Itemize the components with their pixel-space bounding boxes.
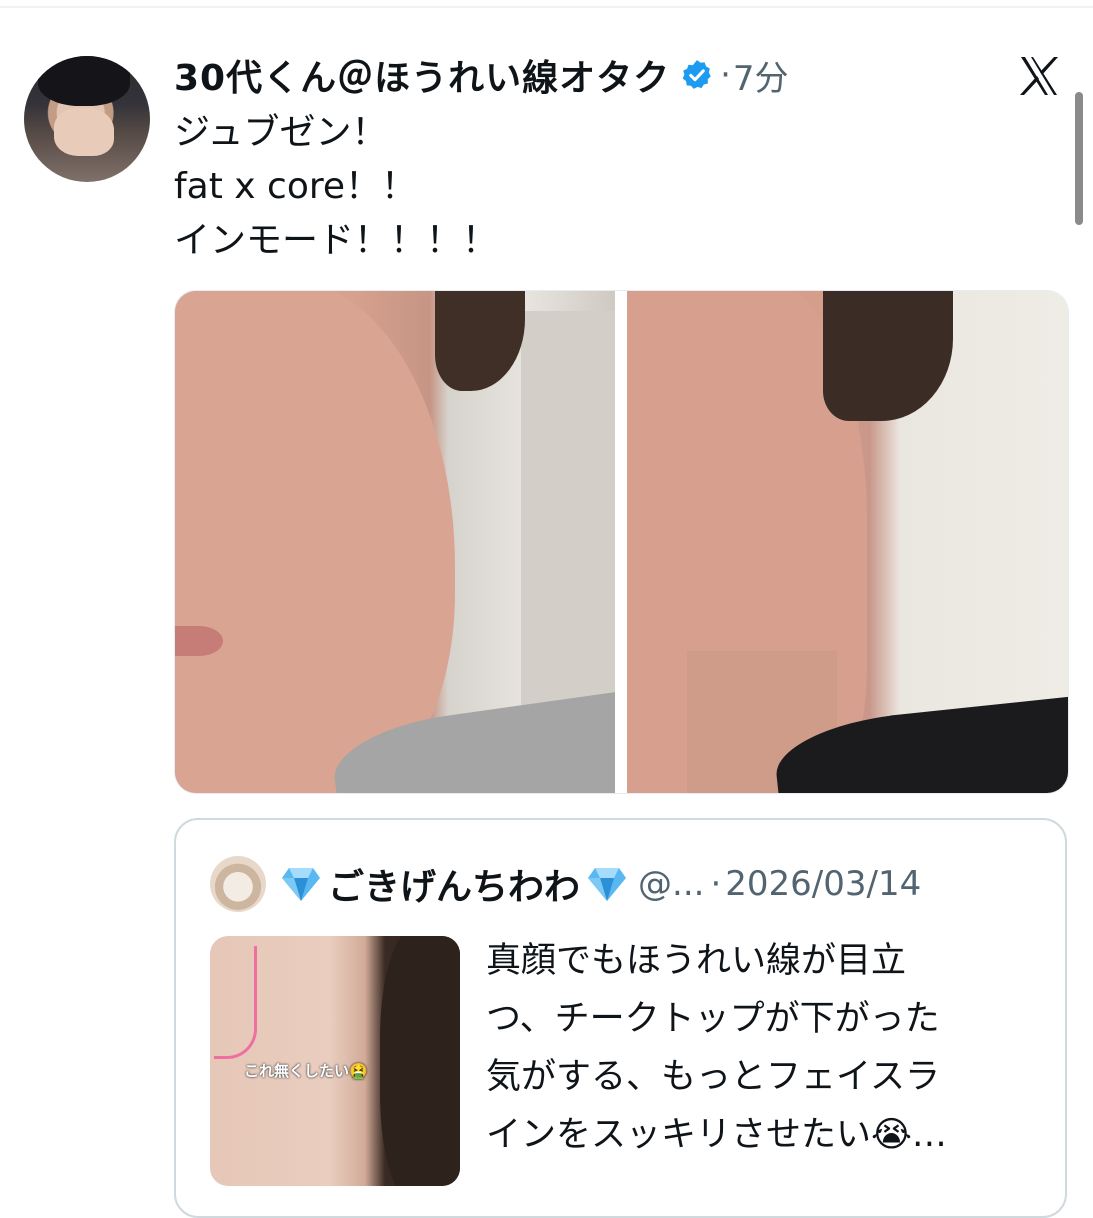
author-display-name[interactable]: 30代くん＠ほうれい線オタク xyxy=(174,49,670,101)
media-photo-before[interactable] xyxy=(175,291,615,793)
photo-background-door xyxy=(521,311,615,711)
tweet-line-2: fat x core！！ xyxy=(174,166,418,207)
quoted-tweet-header: ごきげんちわわ @... · 2026/03/14 xyxy=(280,858,921,910)
photo-lip xyxy=(175,626,223,656)
quoted-line-4: インをスッキリさせたい😭… xyxy=(486,1115,947,1155)
tweet-media xyxy=(174,290,1069,794)
quoted-author-handle[interactable]: @... xyxy=(638,864,704,904)
quoted-line-1: 真顔でもほうれい線が目立 xyxy=(486,941,907,981)
author-avatar[interactable] xyxy=(24,56,150,182)
photo-hair xyxy=(435,291,525,391)
gem-emoji-icon xyxy=(282,868,320,901)
quoted-tweet-text: 真顔でもほうれい線が目立 つ、チークトップが下がった 気がする、もっとフェイスラ… xyxy=(486,932,1026,1164)
quoted-author-name[interactable]: ごきげんちわわ xyxy=(328,858,580,910)
photo-face-cheek xyxy=(175,291,455,793)
scrollbar[interactable] xyxy=(1075,92,1083,225)
top-divider xyxy=(0,6,1093,8)
tweet-line-1: ジュブゼン！ xyxy=(174,112,388,153)
verified-badge-icon xyxy=(682,60,711,89)
quoted-media-thumbnail[interactable]: これ無くしたい🤮 xyxy=(210,936,460,1186)
tweet-header: 30代くん＠ほうれい線オタク · 7分 xyxy=(174,49,789,101)
quoted-date[interactable]: 2026/03/14 xyxy=(725,864,921,904)
quoted-line-3: 気がする、もっとフェイスラ xyxy=(486,1057,940,1097)
quoted-date-separator: · xyxy=(710,864,722,904)
thumbnail-overlay-text: これ無くしたい🤮 xyxy=(244,1062,368,1080)
avatar-hair xyxy=(38,56,130,106)
x-logo-icon[interactable] xyxy=(1015,52,1063,100)
annotation-arrow xyxy=(214,946,257,1059)
tweet-line-3: インモード！！！！ xyxy=(174,220,499,261)
thumbnail-hair xyxy=(380,936,460,1186)
media-photo-after[interactable] xyxy=(627,291,1068,793)
photo-hair xyxy=(823,291,953,421)
quoted-tweet-card[interactable]: ごきげんちわわ @... · 2026/03/14 これ無くしたい🤮 真顔でもほ… xyxy=(174,818,1067,1218)
tweet-text: ジュブゼン！ fat x core！！ インモード！！！！ xyxy=(174,106,1034,268)
quoted-author-avatar[interactable] xyxy=(210,856,266,912)
quoted-line-2: つ、チークトップが下がった xyxy=(486,999,940,1039)
avatar-hand xyxy=(54,108,114,156)
time-separator: · xyxy=(720,55,731,95)
gem-emoji-icon xyxy=(588,868,627,901)
tweet-timestamp[interactable]: 7分 xyxy=(733,51,789,100)
